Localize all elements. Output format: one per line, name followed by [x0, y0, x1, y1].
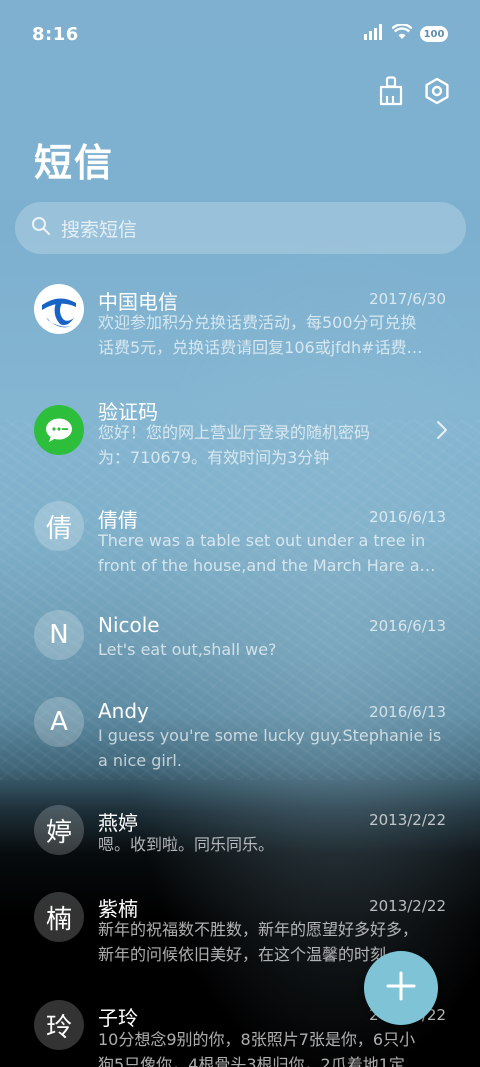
- toolbar: [376, 76, 452, 110]
- avatar: 楠: [34, 892, 84, 942]
- message-preview: 欢迎参加积分兑换话费活动，每500分可兑换 话费5元，兑换话费请回复106或jf…: [98, 310, 444, 360]
- status-icons: 100: [364, 23, 448, 44]
- preview-line: I guess you're some lucky guy.Stephanie …: [98, 726, 442, 745]
- list-item[interactable]: A Andy 2016/6/13 I guess you're some luc…: [0, 685, 480, 785]
- search-bar[interactable]: 搜索短信: [15, 202, 466, 254]
- preview-line: Let's eat out,shall we?: [98, 640, 277, 659]
- telecom-logo-icon: [34, 284, 84, 334]
- contact-name: Nicole: [98, 613, 160, 637]
- preview-line: 欢迎参加积分兑换话费活动，每500分可兑换: [98, 313, 417, 332]
- wifi-icon: [391, 23, 413, 44]
- preview-line: 为：710679。有效时间为3分钟: [98, 448, 330, 467]
- preview-line: 新年的祝福数不胜数，新年的愿望好多好多，: [98, 920, 419, 939]
- preview-line: 狗5只像你，4根骨头3根归你，2爪着地1定: [98, 1055, 405, 1067]
- message-date: 2013/2/22: [369, 811, 446, 829]
- avatar: A: [34, 697, 84, 747]
- preview-line: 话费5元，兑换话费请回复106或jfdh#话费…: [98, 338, 423, 357]
- message-preview: 嗯。收到啦。同乐同乐。: [98, 832, 444, 857]
- status-time: 8:16: [32, 23, 79, 45]
- message-date: 2016/6/13: [369, 617, 446, 635]
- broom-icon: [378, 76, 404, 110]
- plus-icon: [386, 971, 416, 1005]
- list-item[interactable]: 验证码 您好！您的网上营业厅登录的随机密码 为：710679。有效时间为3分钟: [0, 380, 480, 480]
- message-preview: I guess you're some lucky guy.Stephanie …: [98, 723, 444, 773]
- search-icon: [31, 216, 51, 240]
- message-date: 2016/6/13: [369, 508, 446, 526]
- clean-button[interactable]: [376, 76, 406, 110]
- preview-line: 嗯。收到啦。同乐同乐。: [98, 835, 275, 854]
- avatar: N: [34, 610, 84, 660]
- preview-line: a nice girl.: [98, 751, 182, 770]
- message-date: 2017/6/30: [369, 290, 446, 308]
- compose-button[interactable]: [364, 951, 438, 1025]
- status-bar: 8:16 100: [0, 0, 480, 68]
- message-preview: There was a table set out under a tree i…: [98, 528, 444, 578]
- settings-button[interactable]: [422, 76, 452, 110]
- preview-line: front of the house,and the March Hare an…: [98, 556, 444, 575]
- battery-icon: 100: [420, 26, 448, 42]
- message-preview: Let's eat out,shall we?: [98, 637, 444, 662]
- message-date: 2016/6/13: [369, 703, 446, 721]
- avatar: 婷: [34, 805, 84, 855]
- message-preview: 您好！您的网上营业厅登录的随机密码 为：710679。有效时间为3分钟: [98, 420, 428, 470]
- search-input[interactable]: 搜索短信: [61, 215, 137, 242]
- avatar: 倩: [34, 501, 84, 551]
- preview-line: There was a table set out under a tree i…: [98, 531, 426, 550]
- page-title: 短信: [34, 141, 115, 185]
- message-date: 2013/2/22: [369, 897, 446, 915]
- signal-icon: [364, 24, 384, 44]
- message-preview: 10分想念9别的你，8张照片7张是你，6只小 狗5只像你，4根骨头3根归你，2爪…: [98, 1027, 444, 1067]
- chevron-right-icon[interactable]: [436, 420, 448, 444]
- message-bubble-icon: [34, 405, 84, 455]
- preview-line: 10分想念9别的你，8张照片7张是你，6只小: [98, 1030, 416, 1049]
- contact-name: Andy: [98, 699, 149, 723]
- avatar: 玲: [34, 1000, 84, 1050]
- list-item[interactable]: 中国电信 2017/6/30 欢迎参加积分兑换话费活动，每500分可兑换 话费5…: [0, 270, 480, 370]
- settings-icon: [423, 77, 451, 109]
- preview-line: 您好！您的网上营业厅登录的随机密码: [98, 423, 371, 442]
- list-item[interactable]: 倩 倩倩 2016/6/13 There was a table set out…: [0, 490, 480, 590]
